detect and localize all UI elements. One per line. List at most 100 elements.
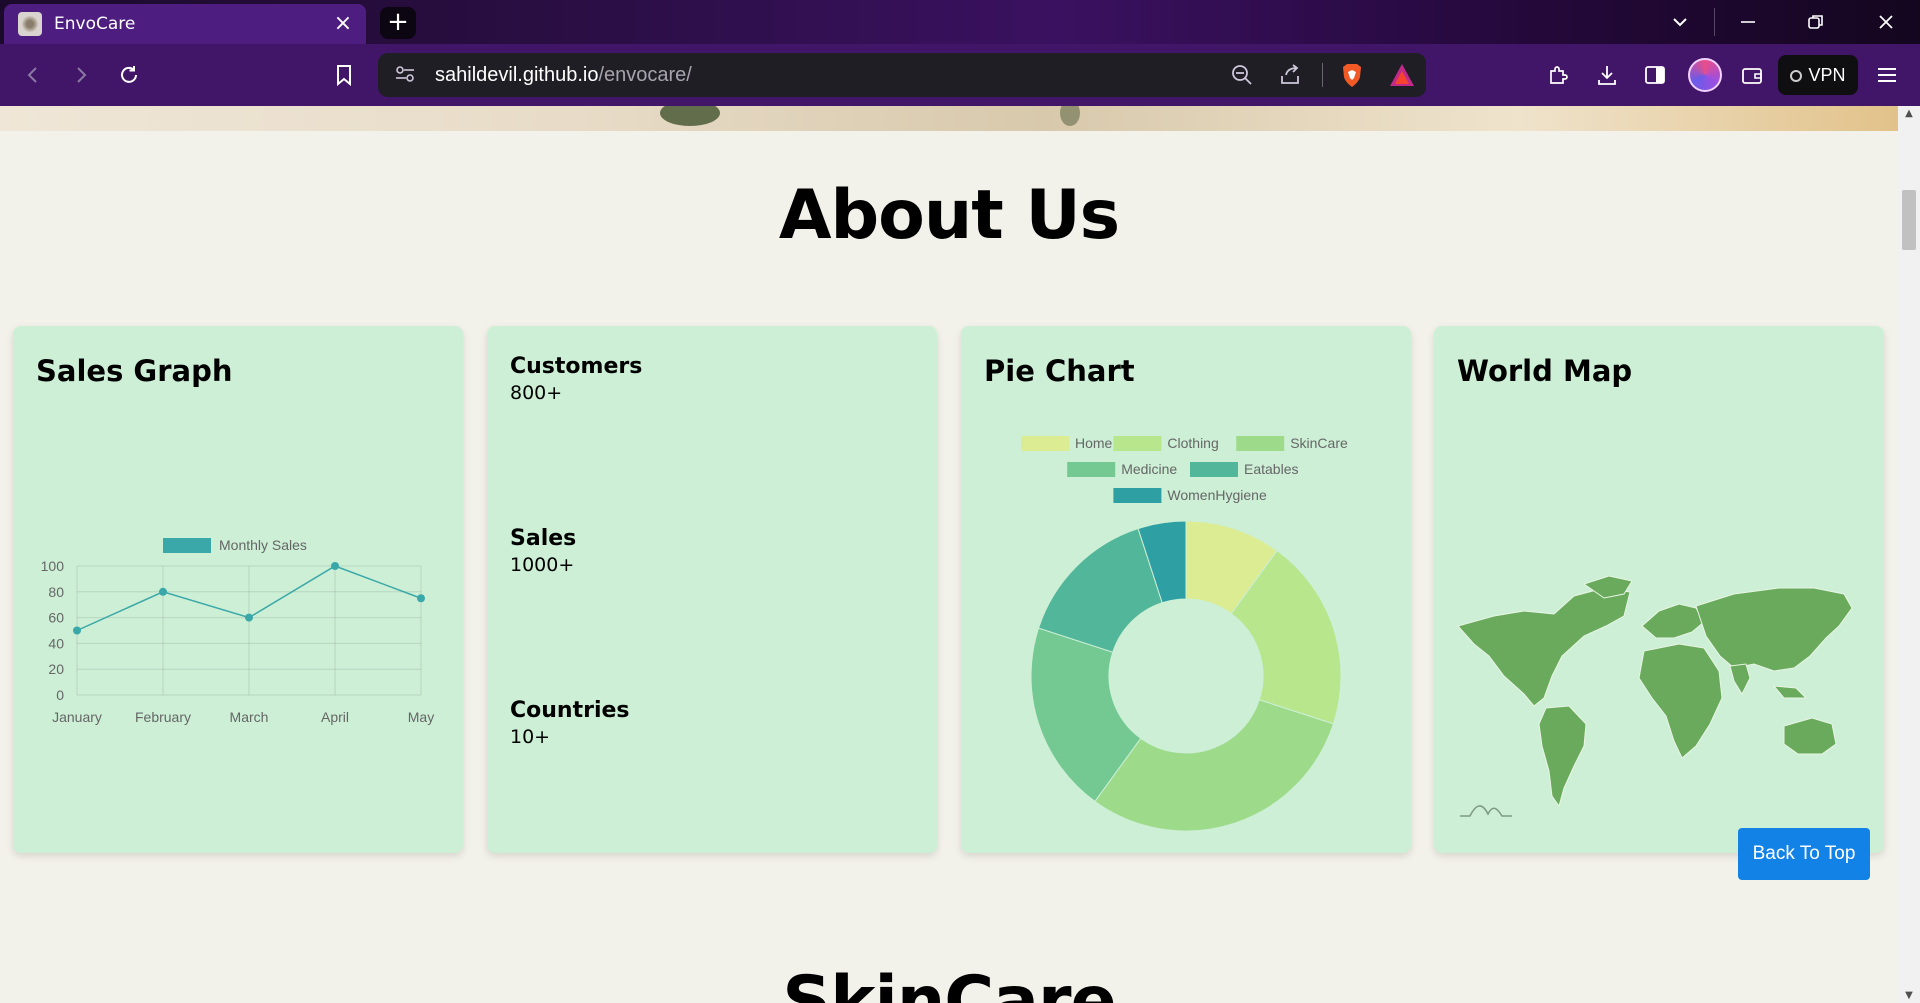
sales-label: Sales xyxy=(510,526,577,551)
customers-label: Customers xyxy=(510,354,643,379)
y-tick-label: 100 xyxy=(41,558,65,574)
data-point xyxy=(417,594,425,603)
legend-label: Medicine xyxy=(1121,461,1177,477)
scroll-down-arrow-icon[interactable]: ▼ xyxy=(1898,990,1920,1001)
download-icon[interactable] xyxy=(1590,58,1624,92)
close-window-icon[interactable] xyxy=(1858,0,1914,44)
x-tick-label: January xyxy=(52,709,102,725)
legend-label: Eatables xyxy=(1244,461,1298,477)
legend-swatch xyxy=(1067,462,1116,477)
world-map-continents xyxy=(1457,575,1853,808)
tab-close-icon[interactable]: × xyxy=(330,11,356,37)
scrollbar-thumb[interactable] xyxy=(1902,190,1916,250)
back-arrow-icon[interactable] xyxy=(16,58,50,92)
bookmark-icon[interactable] xyxy=(327,58,361,92)
extensions-icon[interactable] xyxy=(1541,58,1575,92)
y-tick-label: 80 xyxy=(48,584,64,600)
data-point xyxy=(245,613,253,622)
countries-value: 10+ xyxy=(510,726,551,748)
x-tick-label: May xyxy=(408,709,434,725)
data-point xyxy=(331,562,339,570)
data-point xyxy=(159,587,167,596)
page-scrollbar[interactable]: ▲ ▼ xyxy=(1898,106,1920,1003)
legend-label: WomenHygiene xyxy=(1167,487,1267,503)
address-bar[interactable]: sahildevil.github.io/envocare/ xyxy=(378,53,1426,97)
y-tick-label: 20 xyxy=(48,661,64,677)
sales-line-chart: Monthly Sales 0 20 40 60 80 100 January February… xyxy=(41,537,435,725)
legend-label: Home xyxy=(1075,435,1113,451)
map-asia xyxy=(1695,587,1853,672)
x-tick-label: February xyxy=(135,709,191,725)
y-tick-label: 40 xyxy=(48,635,64,651)
legend-swatch xyxy=(1113,488,1162,503)
site-settings-icon[interactable] xyxy=(392,63,418,87)
legend-label-monthly-sales: Monthly Sales xyxy=(219,537,307,553)
map-zoom-control[interactable] xyxy=(1460,805,1512,817)
wallet-icon[interactable] xyxy=(1735,58,1769,92)
about-us-heading: About Us xyxy=(778,176,1120,255)
tab-title: EnvoCare xyxy=(54,14,136,34)
customers-value: 800+ xyxy=(510,382,563,404)
x-tick-label: April xyxy=(321,709,349,725)
stats-card: Customers 800+ Sales 1000+ Countries 10+ xyxy=(487,326,937,853)
world-map-card: World Map xyxy=(1434,326,1884,853)
menu-hamburger-icon[interactable] xyxy=(1870,58,1904,92)
url-path: /envocare/ xyxy=(598,64,692,86)
legend-swatch xyxy=(1190,462,1238,477)
browser-tab-bar: EnvoCare × + xyxy=(0,0,1920,44)
browser-toolbar: sahildevil.github.io/envocare/ VPN xyxy=(0,44,1920,106)
legend-swatch xyxy=(1021,436,1069,451)
y-tick-label: 0 xyxy=(56,687,64,703)
map-australia xyxy=(1783,717,1837,755)
vpn-button[interactable]: VPN xyxy=(1778,55,1858,95)
vpn-status-icon xyxy=(1790,70,1803,82)
legend-swatch xyxy=(1236,436,1285,451)
skincare-heading: SkinCare xyxy=(782,962,1116,1003)
scroll-up-arrow-icon[interactable]: ▲ xyxy=(1898,108,1920,119)
sales-value: 1000+ xyxy=(510,554,575,576)
map-se-asia xyxy=(1772,685,1808,699)
brave-shields-icon[interactable] xyxy=(1338,61,1366,89)
map-africa xyxy=(1638,643,1723,759)
reload-icon[interactable] xyxy=(112,58,146,92)
back-to-top-button[interactable]: Back To Top xyxy=(1738,828,1870,880)
countries-label: Countries xyxy=(510,698,630,723)
legend-swatch xyxy=(1113,436,1162,451)
hero-leaf-image xyxy=(660,106,720,126)
hero-image-bottom-edge xyxy=(0,106,1898,131)
restore-icon[interactable] xyxy=(1788,0,1844,44)
pie-chart-card: Pie Chart Home Clothing SkinCare Medicine Ea… xyxy=(961,326,1411,853)
legend-label: SkinCare xyxy=(1290,435,1348,451)
map-india xyxy=(1729,663,1751,696)
sales-graph-card: Sales Graph Monthly Sales 0 20 40 60 80 100 Jan… xyxy=(13,326,463,853)
map-south-america xyxy=(1538,705,1587,808)
map-north-america xyxy=(1457,587,1631,707)
tab-search-chevron-icon[interactable] xyxy=(1652,0,1708,44)
legend-label: Clothing xyxy=(1167,435,1218,451)
page-viewport: About Us Sales Graph Monthly Sales 0 20 40 6… xyxy=(0,106,1898,1003)
world-map xyxy=(1457,575,1853,817)
legend-swatch-monthly-sales xyxy=(163,538,211,553)
pie-slice xyxy=(1094,699,1335,832)
x-tick-label: March xyxy=(230,709,269,725)
category-doughnut-chart: Home Clothing SkinCare Medicine Eatables Wome… xyxy=(1021,435,1348,832)
new-tab-button[interactable]: + xyxy=(380,7,416,39)
browser-tab[interactable]: EnvoCare × xyxy=(4,4,366,44)
url-text[interactable]: sahildevil.github.io/envocare/ xyxy=(435,64,692,87)
minimize-icon[interactable] xyxy=(1720,0,1776,44)
share-icon[interactable] xyxy=(1275,60,1305,90)
zoom-out-icon[interactable] xyxy=(1227,60,1257,90)
window-controls-separator xyxy=(1714,8,1715,36)
y-tick-label: 60 xyxy=(48,610,64,626)
brave-rewards-icon[interactable] xyxy=(1388,62,1416,88)
sidebar-toggle-icon[interactable] xyxy=(1638,58,1672,92)
site-favicon-icon xyxy=(18,12,42,36)
address-bar-divider xyxy=(1322,63,1323,87)
map-europe xyxy=(1641,603,1705,639)
profile-avatar[interactable] xyxy=(1688,58,1722,92)
hero-leaf-image xyxy=(1060,106,1080,126)
forward-arrow-icon[interactable] xyxy=(64,58,98,92)
url-host: sahildevil.github.io xyxy=(435,64,599,86)
vpn-label: VPN xyxy=(1808,65,1846,85)
data-point xyxy=(73,626,81,635)
